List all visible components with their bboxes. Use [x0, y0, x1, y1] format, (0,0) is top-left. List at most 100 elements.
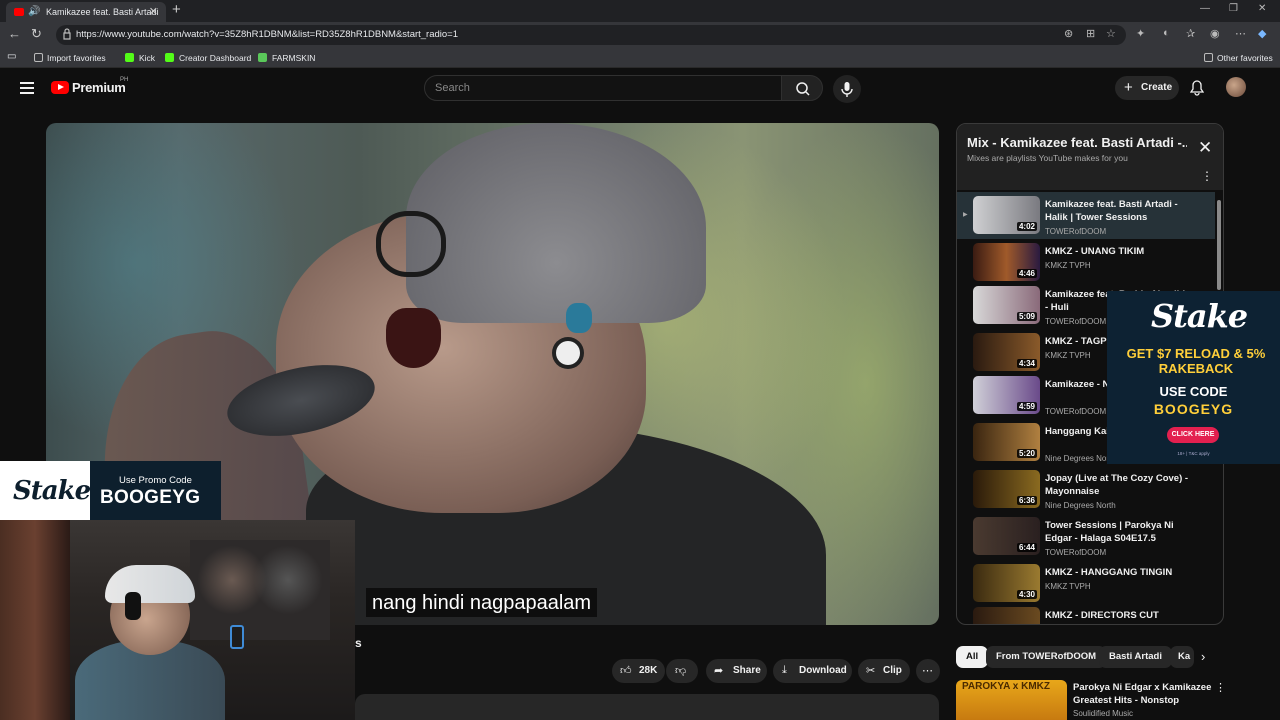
recommended-title: Parokya Ni Edgar x Kamikazee Greatest Hi… — [1073, 682, 1212, 706]
translate-icon[interactable]: ⊛ — [1064, 27, 1073, 40]
webcam-headset — [125, 592, 141, 620]
scrollbar-thumb[interactable] — [1217, 200, 1221, 290]
item-title: Jopay (Live at The Cozy Cove) - Mayonnai… — [1045, 473, 1189, 497]
playlist-menu-icon[interactable]: ⋮ — [1201, 169, 1213, 183]
search-icon — [796, 82, 810, 96]
thumbnail-text: PAROKYA x KMKZ — [962, 681, 1050, 692]
browser-tab[interactable]: 🔊 Kamikazee feat. Basti Artadi ✕ — [6, 2, 166, 22]
chevron-right-icon[interactable]: › — [1201, 649, 1205, 664]
search-box[interactable] — [424, 75, 782, 101]
voice-search-button[interactable] — [833, 75, 861, 103]
restore-icon[interactable]: ❐ — [1229, 3, 1238, 14]
chip-from-towerofdoom[interactable]: From TOWERofDOOM — [986, 646, 1107, 668]
back-icon[interactable]: ← — [8, 26, 21, 41]
now-playing-icon: ▶ — [963, 212, 968, 218]
download-icon: ⤓ — [782, 664, 787, 676]
youtube-logo-icon[interactable] — [51, 81, 69, 94]
playlist-item[interactable]: 4:30 KMKZ - HANGGANG TINGIN KMKZ TVPH — [957, 560, 1215, 607]
minimize-icon[interactable]: — — [1200, 3, 1210, 14]
search-button[interactable] — [781, 75, 823, 101]
logo-text[interactable]: Premium — [72, 80, 126, 95]
plus-icon: + — [1124, 79, 1133, 96]
chip-all[interactable]: All — [956, 646, 989, 668]
bookmark-other-favorites[interactable]: Other favorites — [1217, 53, 1273, 63]
video-thumbnail: 4:46 — [973, 243, 1040, 281]
stake-ad-logo: Stake — [1151, 297, 1248, 335]
tab-title: Kamikazee feat. Basti Artadi — [46, 7, 159, 17]
playlist-item[interactable]: 4:46 KMKZ - UNANG TIKIM KMKZ TVPH — [957, 239, 1215, 286]
profile-icon[interactable]: ◉ — [1210, 27, 1220, 40]
stake-ad-overlay: Stake GET $7 RELOAD & 5% RAKEBACK USE CO… — [1107, 291, 1280, 464]
ad-fine-print: 18+ | T&C apply — [1177, 451, 1210, 456]
webcam-cap — [105, 565, 195, 603]
item-channel: TOWERofDOOM — [1045, 227, 1107, 236]
menu-icon[interactable] — [20, 82, 34, 94]
more-actions-button[interactable]: ⋯ — [916, 659, 940, 683]
thumbs-down-icon: 👎︎ — [675, 665, 687, 677]
item-channel: KMKZ TVPH — [1045, 261, 1091, 270]
playlist-item[interactable]: 6:36 Jopay (Live at The Cozy Cove) - May… — [957, 466, 1215, 513]
speaker-icon[interactable]: 🔊 — [28, 6, 40, 17]
download-button[interactable]: ⤓ Download — [773, 659, 852, 683]
item-title: KMKZ - HANGGANG TINGIN — [1045, 567, 1173, 578]
bookmark-kick[interactable]: Kick — [139, 53, 155, 63]
description-box[interactable] — [355, 694, 939, 720]
like-count: 28K — [639, 665, 658, 676]
scissors-icon: ✂ — [866, 665, 876, 677]
video-thumbnail: 4:34 — [973, 333, 1040, 371]
playlist-item[interactable]: KMKZ - DIRECTORS CUT — [957, 603, 1215, 624]
close-tab-icon[interactable]: ✕ — [149, 5, 158, 18]
site-info-icon[interactable] — [62, 28, 72, 40]
playlist-item[interactable]: ▶ 4:02 Kamikazee feat. Basti Artadi - Ha… — [957, 192, 1215, 239]
extensions-icon[interactable]: ✦ — [1136, 27, 1145, 40]
webcam-wall — [0, 520, 70, 720]
chip-partial[interactable]: Ka — [1170, 646, 1194, 668]
recommended-channel: Soulidified Music — [1073, 709, 1134, 718]
stake-promo-overlay: Stake Use Promo Code BOOGEYG — [0, 461, 221, 521]
create-button[interactable]: + Create — [1115, 76, 1179, 100]
reload-icon[interactable]: ↻ — [31, 26, 42, 42]
search-input[interactable] — [435, 82, 765, 94]
shield-icon[interactable]: ◐ — [1163, 27, 1170, 39]
sidebar-toggle-icon[interactable]: ▭ — [7, 51, 16, 62]
favorites-icon[interactable]: ✰ — [1186, 27, 1195, 40]
video-thumbnail: 6:36 — [973, 470, 1040, 508]
account-avatar[interactable] — [1226, 77, 1246, 97]
video-beanie — [406, 123, 706, 323]
playlist-header: Mix - Kamikazee feat. Basti Artadi -... … — [957, 124, 1223, 190]
thumbs-up-icon: 👍︎ — [620, 665, 632, 677]
playlist-item[interactable]: 6:44 Tower Sessions | Parokya Ni Edgar -… — [957, 513, 1215, 560]
item-channel: Nine Degrees Nor — [1045, 454, 1110, 463]
video-thumbnail: PAROKYA x KMKZ — [956, 680, 1067, 720]
like-button[interactable]: 👍︎ 28K — [612, 659, 665, 683]
item-title: KMKZ - DIRECTORS CUT — [1045, 610, 1159, 621]
new-tab-icon[interactable]: + — [172, 1, 181, 18]
chip-basti-artadi[interactable]: Basti Artadi — [1099, 646, 1172, 668]
duration: 4:02 — [1016, 222, 1037, 231]
bookmark-import-favorites[interactable]: Import favorites — [47, 53, 106, 63]
clip-button[interactable]: ✂ Clip — [858, 659, 910, 683]
dislike-button[interactable]: 👎︎ — [666, 659, 698, 683]
video-thumbnail: 4:02 — [973, 196, 1040, 234]
import-icon — [34, 53, 43, 62]
more-vert-icon[interactable]: ⋮ — [1215, 681, 1226, 694]
url-field[interactable]: https://www.youtube.com/watch?v=35Z8hR1D… — [56, 25, 1126, 45]
notifications-bell-icon[interactable] — [1190, 80, 1204, 96]
close-playlist-icon[interactable]: ✕ — [1198, 138, 1212, 158]
download-label: Download — [799, 665, 847, 676]
ad-code-label: USE CODE — [1159, 384, 1228, 399]
close-window-icon[interactable]: ✕ — [1258, 3, 1266, 14]
duration: 6:36 — [1016, 496, 1037, 505]
copilot-icon[interactable]: ◆ — [1258, 27, 1266, 40]
reader-icon[interactable]: ⊞ — [1086, 27, 1095, 40]
recommended-video[interactable]: PAROKYA x KMKZ Parokya Ni Edgar x Kamika… — [956, 680, 1226, 720]
bookmark-farmskin[interactable]: FARMSKIN — [272, 53, 315, 63]
playlist-title[interactable]: Mix - Kamikazee feat. Basti Artadi -... — [967, 135, 1187, 150]
favorite-star-icon[interactable]: ☆ — [1106, 27, 1116, 40]
bookmark-creator-dashboard[interactable]: Creator Dashboard — [179, 53, 251, 63]
ad-code: BOOGEYG — [1153, 401, 1234, 417]
video-glasses — [376, 211, 446, 277]
bookmarks-bar: ▭ Import favorites Kick Creator Dashboar… — [0, 48, 1280, 68]
share-button[interactable]: ➦ Share — [706, 659, 767, 683]
more-menu-icon[interactable]: ⋯ — [1235, 27, 1246, 40]
